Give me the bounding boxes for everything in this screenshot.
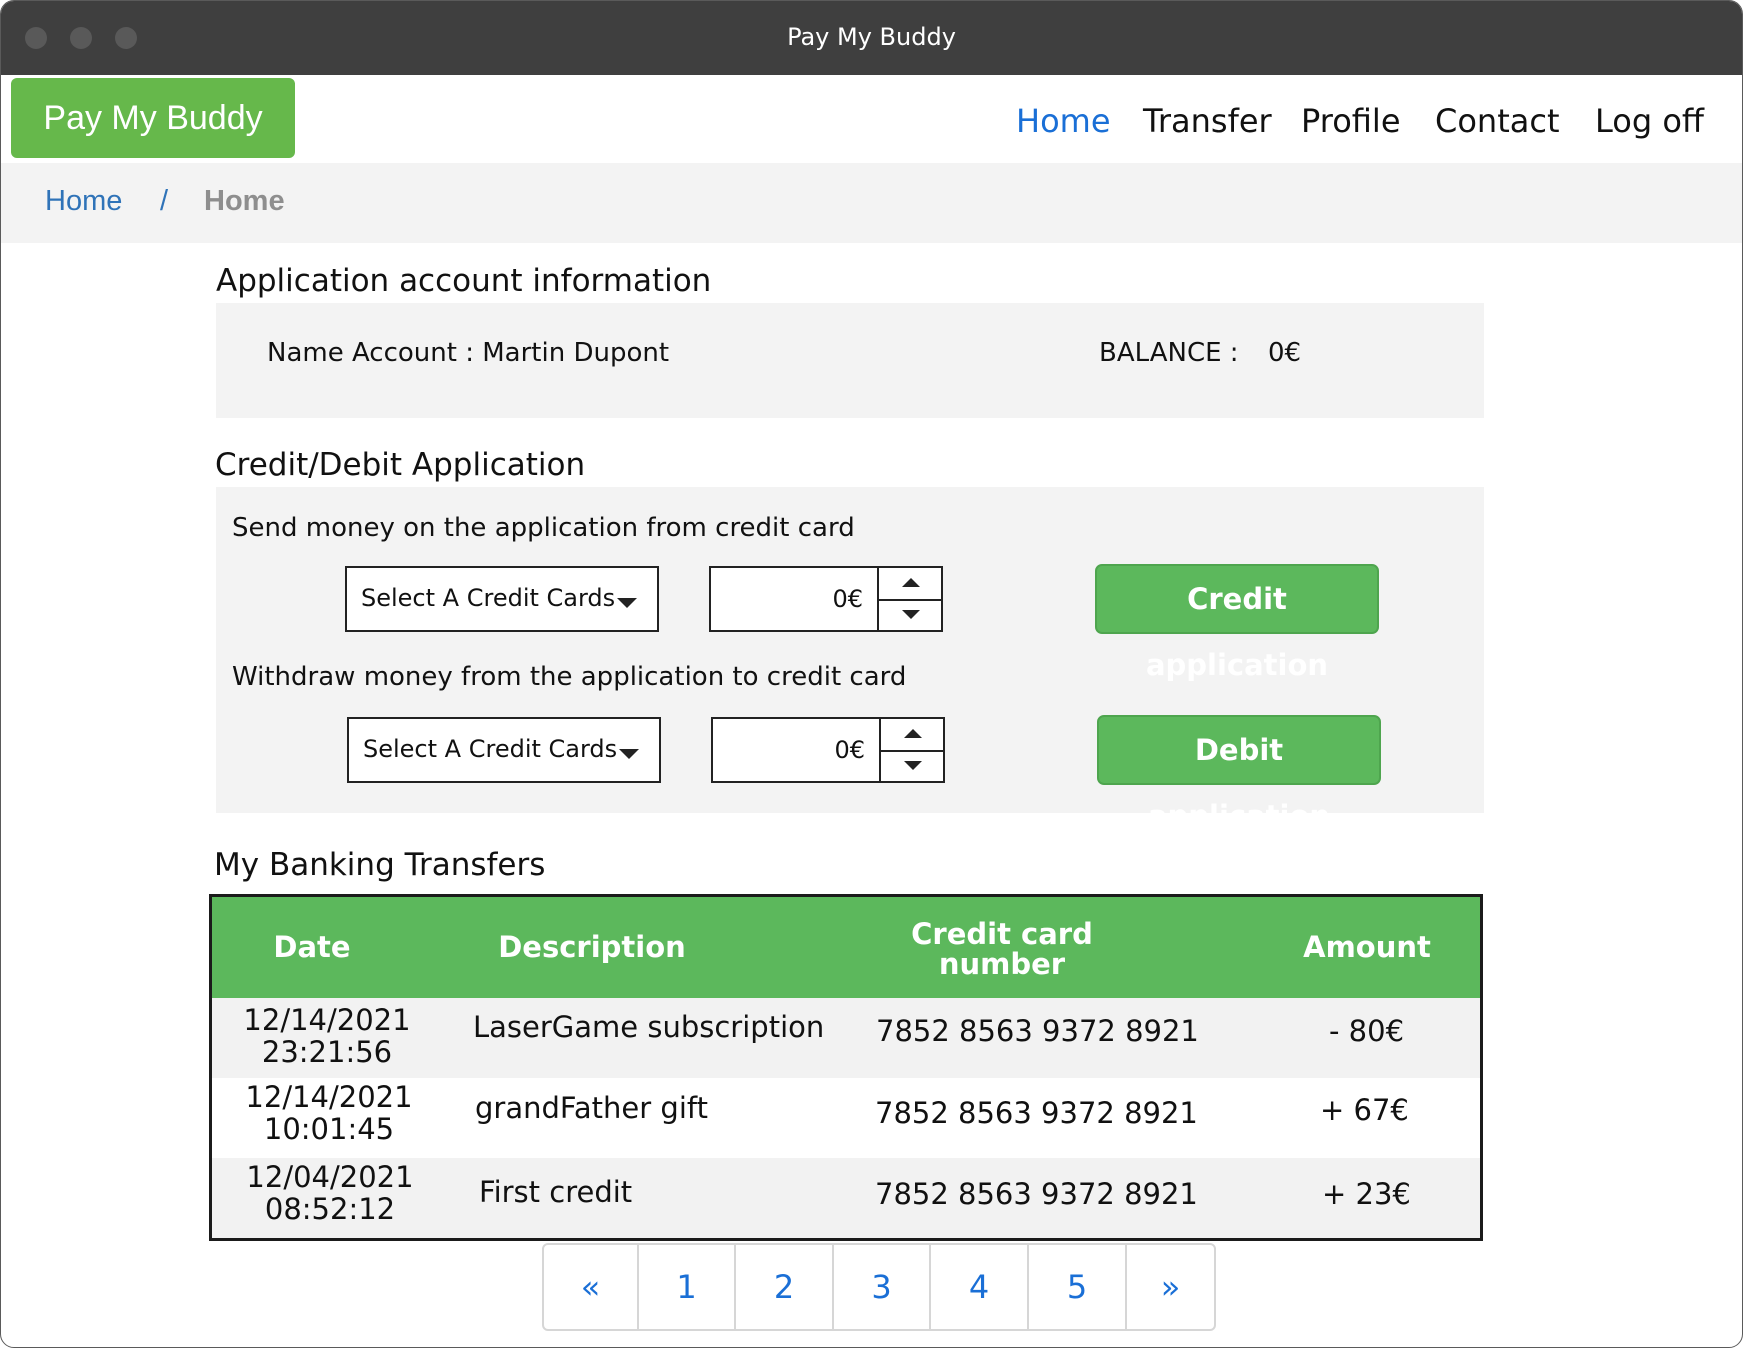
row-date-time: 23:21:56 — [261, 1035, 393, 1069]
row-card-number: 7852 8563 9372 8921 — [875, 1177, 1198, 1211]
pagination-page-1[interactable]: 1 — [639, 1245, 736, 1329]
pagination-page-5[interactable]: 5 — [1029, 1245, 1127, 1329]
nav-contact[interactable]: Contact — [1435, 102, 1560, 140]
column-header-amount[interactable]: Amount — [1267, 932, 1467, 962]
row-date-time: 08:52:12 — [264, 1192, 396, 1226]
table-row[interactable]: 12/14/2021 23:21:56 LaserGame subscripti… — [212, 998, 1480, 1078]
credit-application-button[interactable]: Credit application — [1095, 564, 1379, 682]
row-date-day: 12/14/2021 — [245, 1080, 413, 1114]
debit-application-button[interactable]: Debit application — [1097, 715, 1381, 833]
nav-profile[interactable]: Profile — [1301, 102, 1401, 140]
decrement-arrow-icon[interactable] — [881, 750, 945, 783]
row-date: 12/14/2021 10:01:45 — [214, 1081, 444, 1145]
row-description: LaserGame subscription — [473, 1010, 825, 1044]
chevron-down-icon — [619, 749, 639, 759]
credit-card-select-value: Select A Credit Cards — [361, 584, 616, 612]
credit-amount-value[interactable]: 0€ — [711, 585, 863, 613]
row-amount: - 80€ — [1329, 1014, 1405, 1048]
breadcrumb-home-link[interactable]: Home — [45, 185, 122, 218]
account-name: Name Account : Martin Dupont — [267, 338, 670, 368]
credit-instruction: Send money on the application from credi… — [232, 513, 855, 543]
nav-home[interactable]: Home — [1016, 102, 1111, 140]
pagination-page-2[interactable]: 2 — [736, 1245, 834, 1329]
breadcrumb-current: Home — [204, 185, 285, 217]
pagination-page-3[interactable]: 3 — [834, 1245, 931, 1329]
increment-arrow-icon[interactable] — [881, 719, 945, 750]
pagination-next-button[interactable]: » — [1127, 1245, 1214, 1329]
nav-transfer[interactable]: Transfer — [1143, 102, 1272, 140]
pagination-page-4[interactable]: 4 — [931, 1245, 1029, 1329]
row-date: 12/04/2021 08:52:12 — [215, 1161, 445, 1225]
application-panel: Send money on the application from credi… — [216, 487, 1484, 833]
column-header-card-line1: Credit card — [911, 917, 1093, 951]
row-card-number: 7852 8563 9372 8921 — [876, 1014, 1199, 1048]
row-card-number: 7852 8563 9372 8921 — [875, 1096, 1198, 1130]
table-row[interactable]: 12/14/2021 10:01:45 grandFather gift 785… — [212, 1078, 1480, 1158]
application-section-title: Credit/Debit Application — [215, 447, 586, 483]
row-amount: + 23€ — [1322, 1177, 1411, 1211]
app-window: Pay My Buddy Pay My Buddy Home Transfer … — [0, 0, 1743, 1348]
chevron-down-icon — [617, 598, 637, 608]
row-date-day: 12/04/2021 — [246, 1160, 414, 1194]
debit-card-select[interactable]: Select A Credit Cards — [347, 717, 661, 783]
balance-label: BALANCE : — [1099, 338, 1239, 368]
pagination: « 1 2 3 4 5 » — [542, 1243, 1216, 1331]
row-date-time: 10:01:45 — [263, 1112, 395, 1146]
credit-stepper-buttons — [877, 568, 943, 630]
column-header-card-line2: number — [938, 947, 1066, 981]
column-header-description[interactable]: Description — [442, 932, 742, 962]
window-title: Pay My Buddy — [787, 23, 956, 51]
debit-card-select-value: Select A Credit Cards — [363, 735, 618, 763]
column-header-date[interactable]: Date — [212, 932, 412, 962]
row-description: First credit — [479, 1175, 633, 1209]
decrement-arrow-icon[interactable] — [879, 599, 943, 632]
debit-stepper-buttons — [879, 719, 945, 781]
column-header-card-number[interactable]: Credit card number — [852, 919, 1152, 979]
title-bar: Pay My Buddy — [1, 1, 1742, 75]
account-info-panel: Name Account : Martin Dupont BALANCE : 0… — [216, 303, 1484, 418]
row-date: 12/14/2021 23:21:56 — [212, 1004, 442, 1068]
credit-amount-stepper[interactable]: 0€ — [709, 566, 943, 632]
account-section-title: Application account information — [216, 263, 712, 299]
row-amount: + 67€ — [1320, 1093, 1409, 1127]
balance-value: 0€ — [1268, 338, 1302, 368]
increment-arrow-icon[interactable] — [879, 568, 943, 599]
nav-log-off[interactable]: Log off — [1595, 102, 1704, 140]
table-header: Date Description Credit card number Amou… — [212, 897, 1480, 998]
debit-instruction: Withdraw money from the application to c… — [232, 662, 907, 692]
row-description: grandFather gift — [475, 1091, 708, 1125]
debit-amount-value[interactable]: 0€ — [713, 736, 865, 764]
credit-card-select[interactable]: Select A Credit Cards — [345, 566, 659, 632]
table-row[interactable]: 12/04/2021 08:52:12 First credit 7852 85… — [212, 1158, 1480, 1238]
brand-logo[interactable]: Pay My Buddy — [11, 78, 295, 158]
pagination-prev-button[interactable]: « — [544, 1245, 639, 1329]
breadcrumb-separator: / — [160, 185, 169, 217]
row-date-day: 12/14/2021 — [243, 1003, 411, 1037]
debit-amount-stepper[interactable]: 0€ — [711, 717, 945, 783]
transfers-table: Date Description Credit card number Amou… — [209, 894, 1483, 1241]
transfers-section-title: My Banking Transfers — [214, 847, 546, 883]
